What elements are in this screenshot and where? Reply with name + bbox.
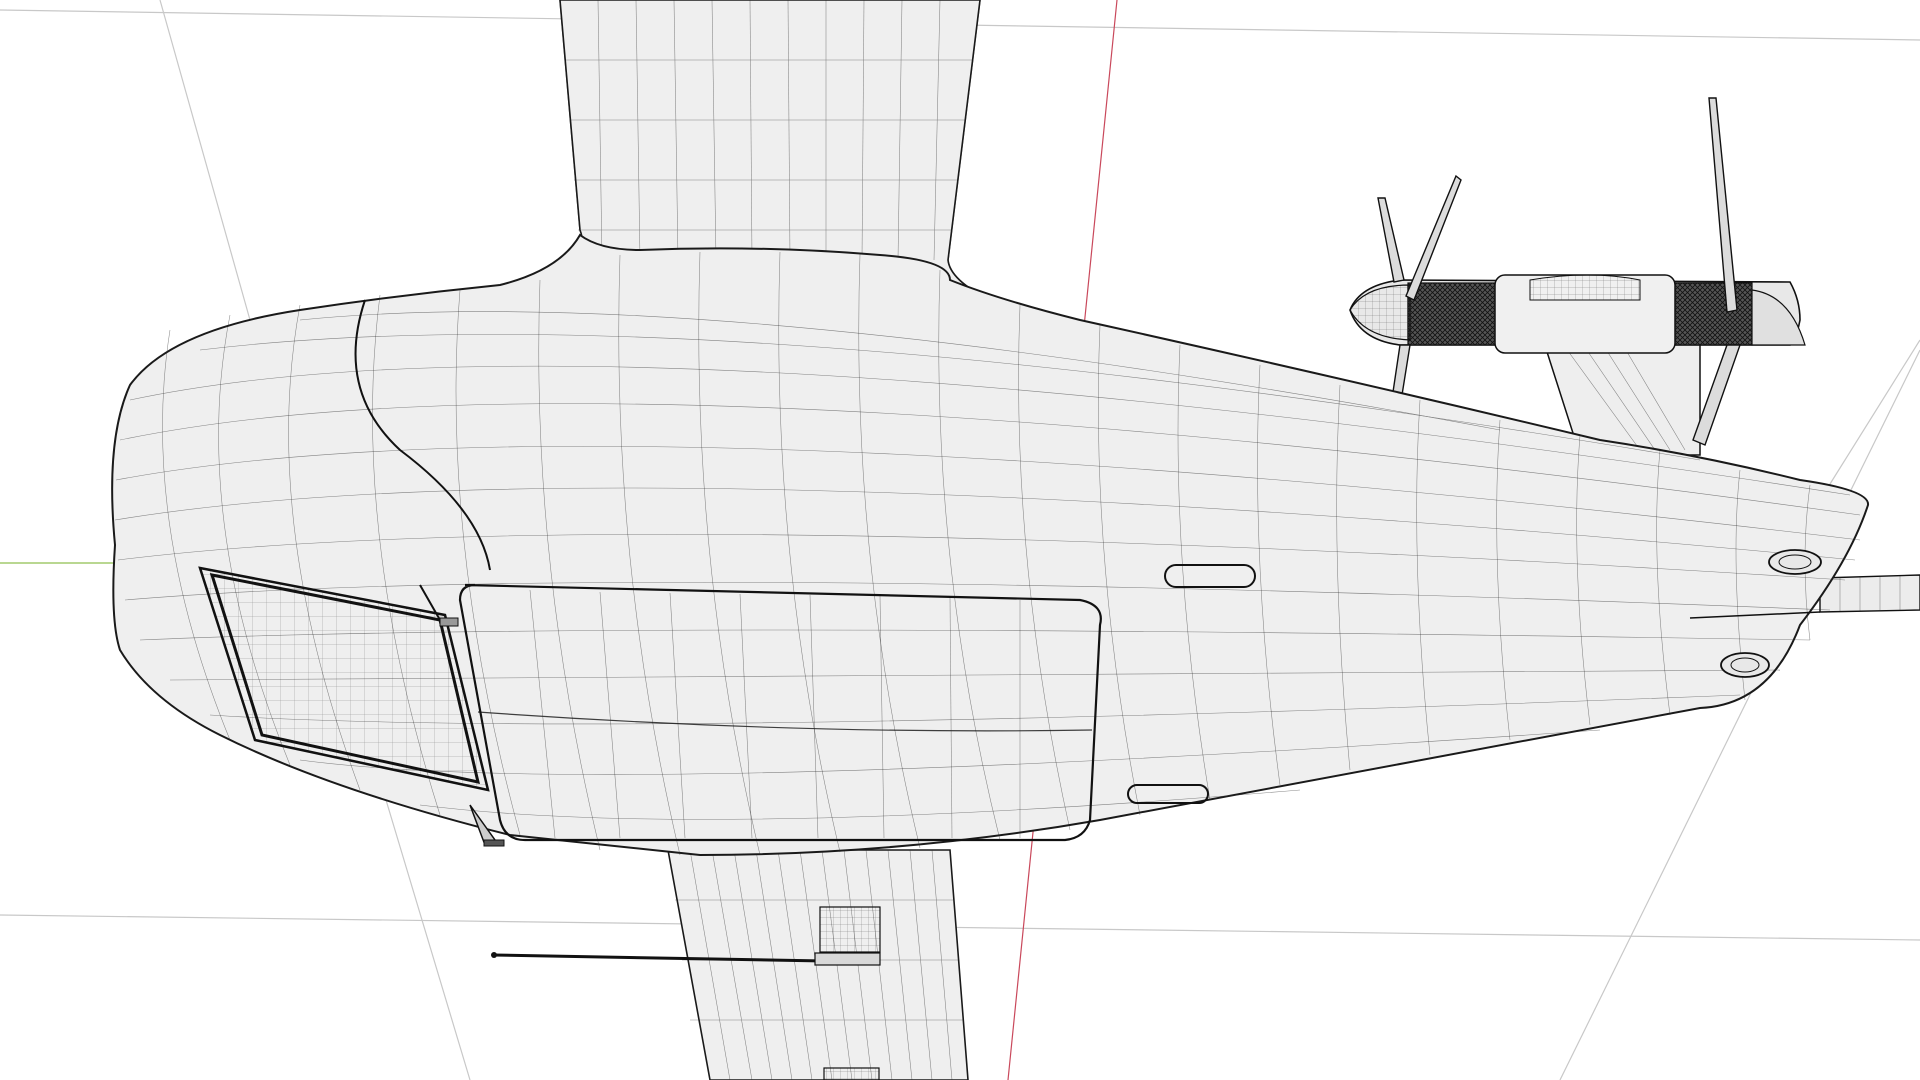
rotor-blade-3 [1392,344,1411,396]
cad-3d-viewport[interactable] [0,0,1920,1080]
viewport-canvas[interactable] [0,0,1920,1080]
tail-port-upper [1768,549,1822,575]
tail-boom[interactable] [1819,574,1920,613]
wing-lower-box [823,1067,880,1080]
rotor-blade-4 [1708,97,1738,313]
rotor-blade-1 [1377,197,1405,283]
antenna[interactable] [491,952,881,966]
tail-port-lower [1720,652,1770,678]
wing-sensor-box[interactable] [819,906,881,953]
